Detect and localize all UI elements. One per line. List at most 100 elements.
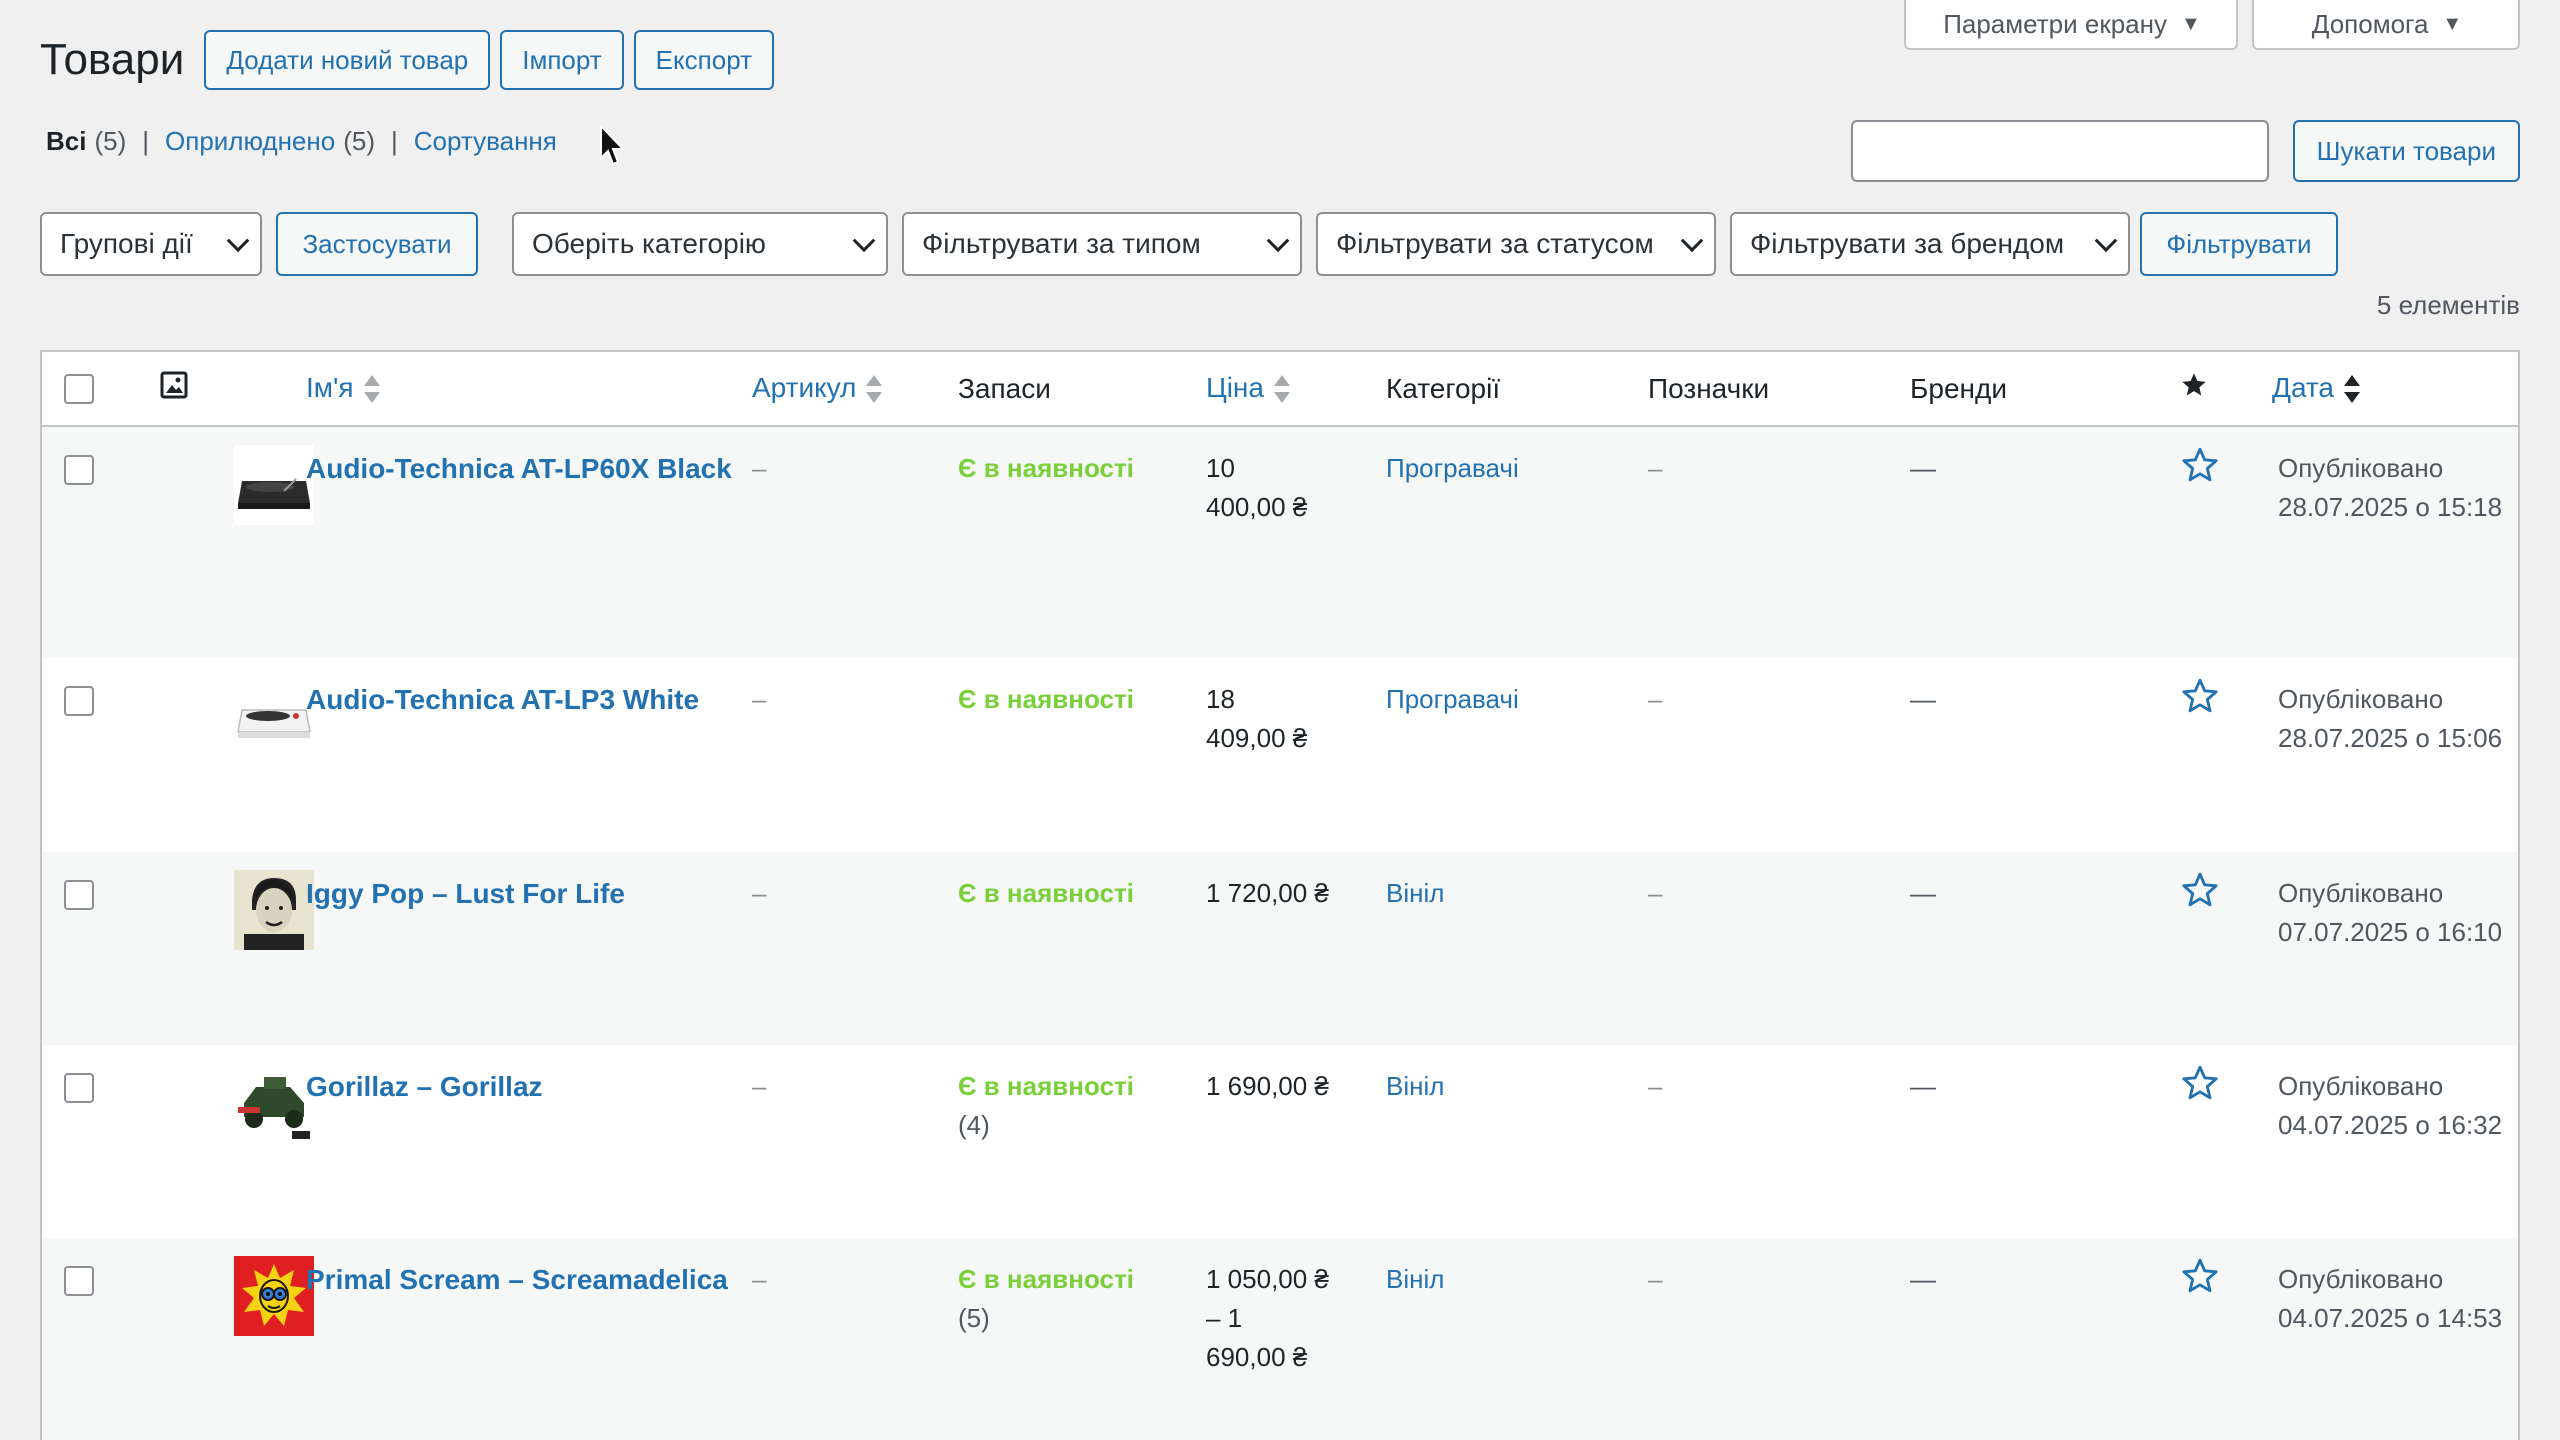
- view-separator: |: [142, 126, 150, 156]
- tags-column-header: Позначки: [1648, 352, 1910, 427]
- date-column-header[interactable]: Дата: [2272, 352, 2518, 427]
- product-name-link[interactable]: Audio-Technica AT-LP3 White: [306, 680, 752, 719]
- price-value: 1 690,00 ₴: [1206, 1071, 1329, 1101]
- row-checkbox[interactable]: [64, 455, 94, 485]
- products-table: Ім'я Артикул Запаси Ціна Категорії Позна…: [40, 350, 2520, 1440]
- table-row: Primal Scream – Screamadelica – Є в наяв…: [42, 1238, 2518, 1440]
- help-button[interactable]: Допомога ▼: [2252, 0, 2520, 50]
- brands-value: —: [1910, 878, 1936, 908]
- product-thumbnail-turntable-black[interactable]: [234, 445, 314, 525]
- name-column-header[interactable]: Ім'я: [306, 352, 752, 427]
- tags-value: –: [1648, 453, 1663, 483]
- stock-status: Є в наявності: [958, 453, 1134, 483]
- bulk-actions-value: Групові дії: [60, 228, 193, 259]
- product-thumbnail-album-gorillaz[interactable]: [234, 1063, 314, 1143]
- row-checkbox[interactable]: [64, 1073, 94, 1103]
- apply-bulk-action-button[interactable]: Застосувати: [276, 212, 478, 276]
- date-sort-link[interactable]: Дата: [2272, 372, 2334, 403]
- product-name-link[interactable]: Gorillaz – Gorillaz: [306, 1067, 752, 1106]
- star-outline-icon[interactable]: [2180, 1256, 2220, 1296]
- view-sorting-link[interactable]: Сортування: [414, 126, 557, 157]
- tablenav-filters: Групові дії Застосувати Оберіть категорі…: [40, 212, 2520, 278]
- category-link[interactable]: Програвачі: [1386, 684, 1519, 714]
- export-button[interactable]: Експорт: [633, 30, 775, 90]
- table-row: Audio-Technica AT-LP60X Black – Є в наяв…: [42, 426, 2518, 658]
- date-status: Опубліковано: [2278, 453, 2444, 483]
- sku-column-header[interactable]: Артикул: [752, 352, 958, 427]
- product-thumbnail-turntable-white[interactable]: [234, 676, 314, 756]
- star-filled-icon: [2182, 373, 2206, 396]
- date-value: 28.07.2025 о 15:18: [2278, 492, 2503, 522]
- bulk-actions-select[interactable]: Групові дії: [40, 212, 262, 276]
- view-published-count: (5): [343, 126, 375, 156]
- category-link[interactable]: Програвачі: [1386, 453, 1519, 483]
- thumbnail-column-header: [134, 352, 306, 427]
- date-status: Опубліковано: [2278, 1264, 2444, 1294]
- import-button[interactable]: Імпорт: [500, 30, 624, 90]
- star-outline-icon[interactable]: [2180, 676, 2220, 716]
- thumbnail-cell: [134, 426, 314, 658]
- star-outline-icon[interactable]: [2180, 870, 2220, 910]
- type-filter-select[interactable]: Фільтрувати за типом: [902, 212, 1302, 276]
- product-thumbnail-album-screamadelica[interactable]: [234, 1256, 314, 1336]
- row-checkbox[interactable]: [64, 1266, 94, 1296]
- image-icon: [160, 371, 188, 399]
- product-name-link[interactable]: Audio-Technica AT-LP60X Black: [306, 449, 752, 488]
- category-filter-value: Оберіть категорію: [532, 228, 766, 259]
- row-checkbox[interactable]: [64, 880, 94, 910]
- status-filter-select[interactable]: Фільтрувати за статусом: [1316, 212, 1716, 276]
- chevron-down-icon: [1266, 229, 1290, 253]
- view-separator: |: [391, 126, 398, 156]
- row-checkbox-cell: [42, 426, 134, 658]
- brands-value: —: [1910, 684, 1936, 714]
- category-link[interactable]: Вініл: [1386, 1264, 1444, 1294]
- table-row: Iggy Pop – Lust For Life – Є в наявності…: [42, 852, 2518, 1045]
- sku-sort-link[interactable]: Артикул: [752, 372, 856, 403]
- brands-value: —: [1910, 453, 1936, 483]
- product-name-link[interactable]: Iggy Pop – Lust For Life: [306, 874, 752, 913]
- select-all-checkbox[interactable]: [64, 373, 94, 404]
- stock-count: (5): [958, 1303, 990, 1333]
- stock-status: Є в наявності: [958, 684, 1134, 714]
- product-name-link[interactable]: Primal Scream – Screamadelica: [306, 1260, 752, 1299]
- screen-options-label: Параметри екрану: [1943, 8, 2167, 39]
- price-sort-link[interactable]: Ціна: [1206, 372, 1264, 403]
- chevron-down-icon: [852, 229, 876, 253]
- stock-status: Є в наявності: [958, 878, 1134, 908]
- brand-filter-select[interactable]: Фільтрувати за брендом: [1730, 212, 2130, 276]
- category-link[interactable]: Вініл: [1386, 878, 1444, 908]
- price-value: 1 720,00 ₴: [1206, 878, 1329, 908]
- tags-value: –: [1648, 1264, 1663, 1294]
- stock-status: Є в наявності: [958, 1264, 1134, 1294]
- status-views: Всі (5) | Оприлюднено (5) | Сортування: [46, 126, 557, 157]
- row-checkbox[interactable]: [64, 686, 94, 716]
- screen-options-button[interactable]: Параметри екрану ▼: [1904, 0, 2238, 50]
- category-filter-select[interactable]: Оберіть категорію: [512, 212, 888, 276]
- help-label: Допомога: [2311, 8, 2429, 39]
- table-row: Gorillaz – Gorillaz – Є в наявності (4) 1…: [42, 1045, 2518, 1238]
- date-value: 04.07.2025 о 16:32: [2278, 1110, 2503, 1140]
- view-all-link[interactable]: Всі: [46, 126, 86, 157]
- date-value: 07.07.2025 о 16:10: [2278, 917, 2503, 947]
- sku-value: –: [752, 684, 767, 714]
- caret-down-icon: ▼: [2442, 12, 2463, 35]
- star-outline-icon[interactable]: [2180, 1063, 2220, 1103]
- products-admin-page: Параметри екрану ▼ Допомога ▼ Товари Дод…: [0, 0, 2560, 1440]
- price-column-header[interactable]: Ціна: [1206, 352, 1386, 427]
- add-new-product-button[interactable]: Додати новий товар: [204, 30, 491, 90]
- star-outline-icon[interactable]: [2180, 445, 2220, 485]
- sort-icon: [866, 373, 883, 405]
- filter-button[interactable]: Фільтрувати: [2140, 212, 2338, 276]
- date-value: 28.07.2025 о 15:06: [2278, 723, 2503, 753]
- category-link[interactable]: Вініл: [1386, 1071, 1444, 1101]
- name-sort-link[interactable]: Ім'я: [306, 372, 354, 403]
- view-published-link[interactable]: Оприлюднено: [165, 126, 335, 157]
- price-value: 1 050,00 ₴ – 1 690,00 ₴: [1206, 1264, 1329, 1372]
- sort-desc-icon: [2344, 373, 2361, 405]
- search-products-button[interactable]: Шукати товари: [2292, 120, 2520, 182]
- search-input[interactable]: [1850, 120, 2269, 182]
- product-thumbnail-album-iggy[interactable]: [234, 870, 314, 950]
- stock-column-header: Запаси: [958, 352, 1206, 427]
- chevron-down-icon: [1680, 229, 1704, 253]
- tags-value: –: [1648, 878, 1663, 908]
